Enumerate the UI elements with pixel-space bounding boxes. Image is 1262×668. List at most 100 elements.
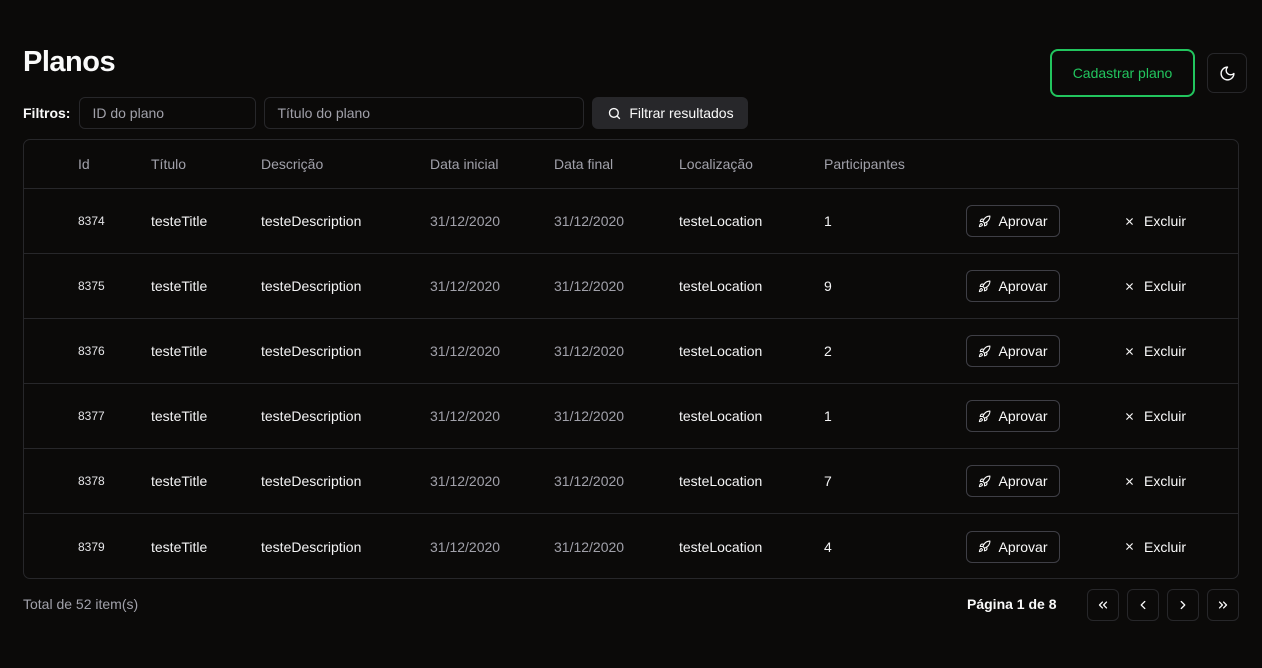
cell-start-date: 31/12/2020 <box>430 538 501 555</box>
rocket-icon <box>979 215 991 227</box>
cell-end-date: 31/12/2020 <box>554 343 625 359</box>
approve-button[interactable]: Aprovar <box>966 335 1060 367</box>
last-page-button[interactable] <box>1207 589 1239 621</box>
first-page-button[interactable] <box>1087 589 1119 621</box>
moon-icon <box>1219 65 1235 81</box>
chevrons-left-icon <box>1098 601 1108 609</box>
delete-button[interactable]: Excluir <box>1124 400 1186 432</box>
cell-participants: 1 <box>824 213 832 229</box>
cell-title: testeTitle <box>151 473 208 489</box>
filters-label: Filtros: <box>23 105 71 121</box>
table-header-row: Id Título Descrição Data inicial Data fi… <box>24 140 1238 189</box>
chevron-right-icon <box>1180 600 1186 610</box>
approve-label: Aprovar <box>998 278 1048 294</box>
filter-results-button[interactable]: Filtrar resultados <box>592 97 749 129</box>
rocket-icon <box>979 475 991 487</box>
create-plan-button[interactable]: Cadastrar plano <box>1050 49 1195 97</box>
delete-button[interactable]: Excluir <box>1124 531 1186 563</box>
cell-participants: 9 <box>824 278 832 294</box>
cell-end-date: 31/12/2020 <box>554 278 625 294</box>
approve-button[interactable]: Aprovar <box>966 400 1060 432</box>
plan-title-input[interactable] <box>264 97 585 129</box>
pagination <box>1087 589 1239 621</box>
total-items-text: Total de 52 item(s) <box>23 596 139 612</box>
approve-label: Aprovar <box>998 408 1048 424</box>
cell-start-date: 31/12/2020 <box>430 343 501 359</box>
table-row: 8379 testeTitle testeDescription 31/12/2020… <box>24 514 1238 578</box>
cell-title: testeTitle <box>151 278 208 294</box>
delete-label: Excluir <box>1144 473 1187 489</box>
cell-start-date: 31/12/2020 <box>430 408 501 424</box>
rocket-icon <box>979 540 991 553</box>
delete-button[interactable]: Excluir <box>1124 205 1186 237</box>
column-header-participants: Participantes <box>824 156 905 172</box>
approve-label: Aprovar <box>998 213 1048 229</box>
cell-approve: Aprovar <box>966 189 1060 253</box>
cell-approve: Aprovar <box>966 449 1060 513</box>
column-header-id: Id <box>78 156 90 172</box>
approve-label: Aprovar <box>998 538 1048 555</box>
cell-description: testeDescription <box>261 408 362 424</box>
close-icon <box>1126 412 1133 420</box>
chevrons-right-icon <box>1218 601 1228 609</box>
approve-button[interactable]: Aprovar <box>966 530 1060 563</box>
cell-id: 8374 <box>78 214 105 228</box>
cell-title: testeTitle <box>151 343 208 359</box>
cell-delete: Excluir <box>1124 254 1186 318</box>
cell-end-date: 31/12/2020 <box>554 538 625 555</box>
filters-bar: Filtros: Filtrar resultados <box>23 97 749 129</box>
delete-button[interactable]: Excluir <box>1124 335 1186 367</box>
delete-label: Excluir <box>1144 278 1187 294</box>
close-icon <box>1126 217 1133 225</box>
rocket-icon <box>979 280 991 292</box>
rocket-icon <box>979 345 991 357</box>
close-icon <box>1126 543 1133 550</box>
next-page-button[interactable] <box>1167 589 1199 621</box>
delete-button[interactable]: Excluir <box>1124 270 1186 302</box>
cell-start-date: 31/12/2020 <box>430 213 501 229</box>
cell-title: testeTitle <box>151 408 208 424</box>
cell-delete: Excluir <box>1124 384 1186 448</box>
table-row: 8375 testeTitle testeDescription 31/12/2020… <box>24 254 1238 319</box>
cell-id: 8375 <box>78 279 105 293</box>
column-header-location: Localização <box>679 156 753 172</box>
cell-location: testeLocation <box>679 473 763 489</box>
table-row: 8377 testeTitle testeDescription 31/12/2020… <box>24 384 1238 449</box>
cell-approve: Aprovar <box>966 254 1060 318</box>
table-body: 8374 testeTitle testeDescription 31/12/2020… <box>24 189 1238 578</box>
column-header-description: Descrição <box>261 156 324 172</box>
approve-label: Aprovar <box>998 473 1048 489</box>
cell-end-date: 31/12/2020 <box>554 473 625 489</box>
approve-button[interactable]: Aprovar <box>966 205 1060 237</box>
previous-page-button[interactable] <box>1127 589 1159 621</box>
cell-delete: Excluir <box>1124 514 1186 578</box>
cell-delete: Excluir <box>1124 319 1186 383</box>
table-row: 8376 testeTitle testeDescription 31/12/2020… <box>24 319 1238 384</box>
cell-id: 8376 <box>78 344 105 358</box>
cell-location: testeLocation <box>679 408 763 424</box>
cell-participants: 2 <box>824 343 832 359</box>
cell-title: testeTitle <box>151 538 208 555</box>
cell-id: 8378 <box>78 474 105 488</box>
cell-participants: 1 <box>824 408 832 424</box>
approve-button[interactable]: Aprovar <box>966 465 1060 497</box>
cell-approve: Aprovar <box>966 319 1060 383</box>
cell-start-date: 31/12/2020 <box>430 278 501 294</box>
cell-start-date: 31/12/2020 <box>430 473 501 489</box>
theme-toggle-button[interactable] <box>1207 53 1247 93</box>
plan-id-input[interactable] <box>79 97 257 129</box>
cell-delete: Excluir <box>1124 189 1186 253</box>
delete-button[interactable]: Excluir <box>1124 465 1186 497</box>
page-title: Planos <box>23 46 116 78</box>
close-icon <box>1126 347 1133 355</box>
column-header-end-date: Data final <box>554 156 614 172</box>
cell-description: testeDescription <box>261 538 362 555</box>
cell-id: 8377 <box>78 409 105 423</box>
cell-location: testeLocation <box>679 213 763 229</box>
cell-description: testeDescription <box>261 278 362 294</box>
table-row: 8374 testeTitle testeDescription 31/12/2020… <box>24 189 1238 254</box>
cell-participants: 7 <box>824 473 832 489</box>
table-row: 8378 testeTitle testeDescription 31/12/2020… <box>24 449 1238 514</box>
delete-label: Excluir <box>1144 343 1187 359</box>
approve-button[interactable]: Aprovar <box>966 270 1060 302</box>
